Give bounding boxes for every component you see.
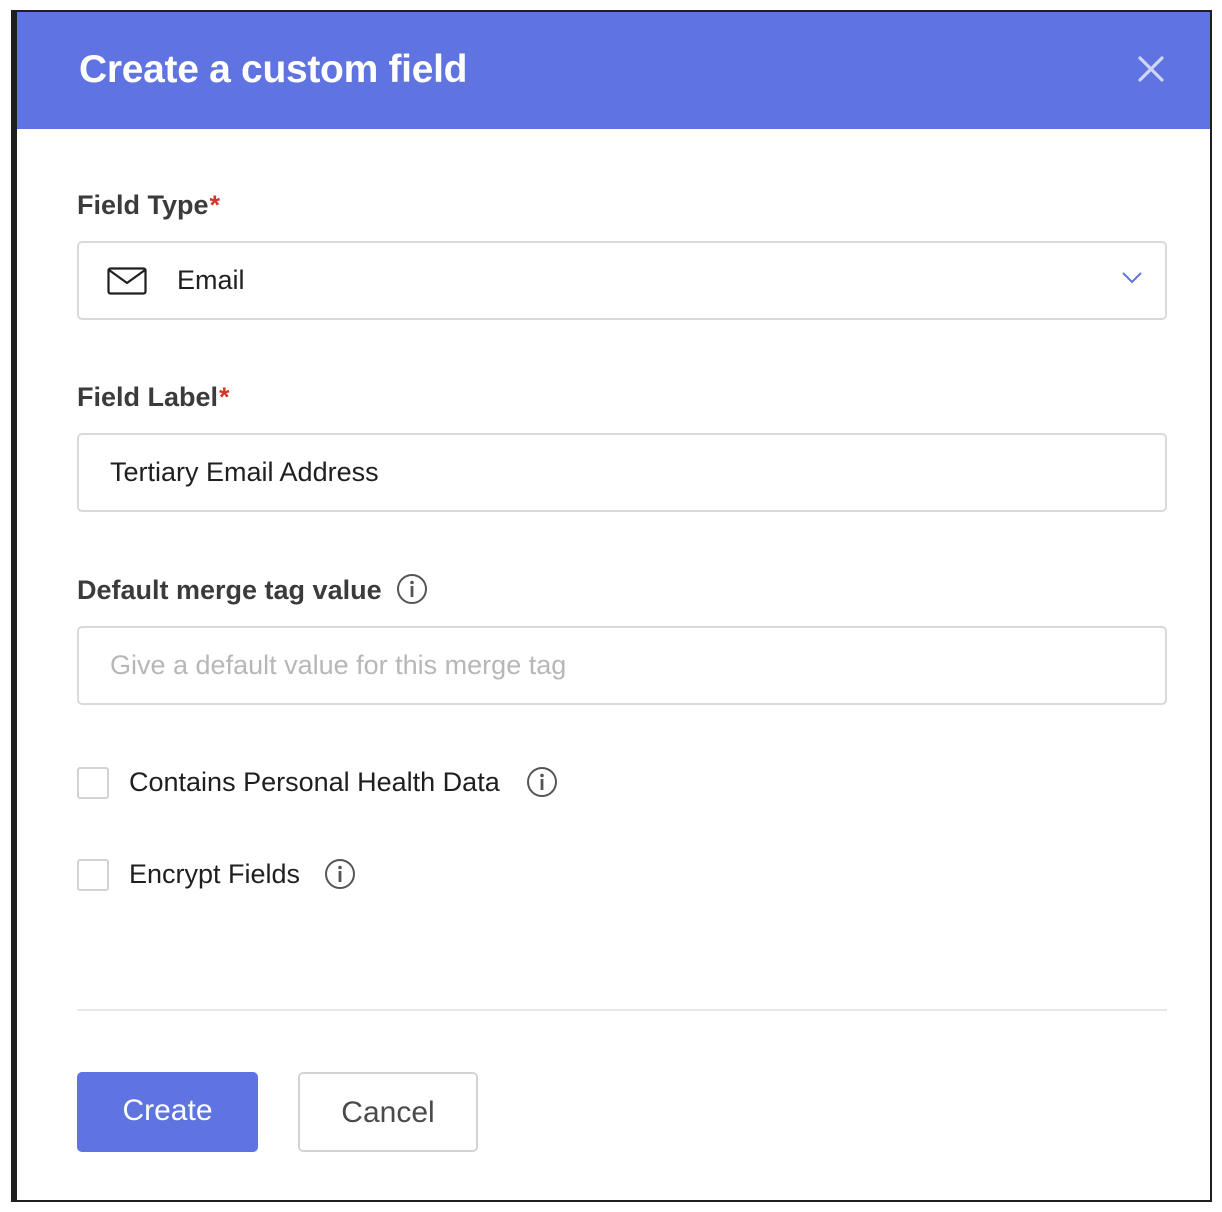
phi-checkbox[interactable] [77, 767, 109, 799]
cancel-button[interactable]: Cancel [298, 1072, 478, 1152]
encrypt-label: Encrypt Fields [129, 859, 301, 889]
merge-tag-label: Default merge tag value [77, 575, 382, 605]
info-icon[interactable] [526, 766, 558, 798]
dialog-border [13, 129, 17, 1200]
field-label-box [77, 433, 1167, 512]
required-marker: * [219, 382, 230, 412]
dialog-title: Create a custom field [79, 48, 468, 91]
info-icon[interactable] [396, 573, 428, 605]
close-icon[interactable] [1136, 54, 1166, 84]
create-custom-field-dialog: Create a custom field Field Type* Email … [11, 10, 1212, 1202]
dialog-header: Create a custom field [13, 12, 1210, 129]
create-button[interactable]: Create [77, 1072, 258, 1152]
info-icon[interactable] [324, 858, 356, 890]
chevron-down-icon[interactable] [1121, 271, 1143, 285]
footer-divider [77, 1009, 1167, 1011]
phi-label: Contains Personal Health Data [129, 767, 500, 797]
envelope-icon [107, 267, 147, 295]
field-label-label: Field Label* [77, 382, 230, 412]
encrypt-checkbox[interactable] [77, 859, 109, 891]
field-type-value: Email [177, 265, 245, 295]
field-label-input[interactable] [79, 435, 1165, 510]
field-type-label: Field Type* [77, 190, 221, 220]
merge-tag-input[interactable] [79, 628, 1165, 703]
merge-tag-box [77, 626, 1167, 705]
required-marker: * [209, 190, 221, 220]
field-type-select[interactable]: Email [77, 241, 1167, 320]
